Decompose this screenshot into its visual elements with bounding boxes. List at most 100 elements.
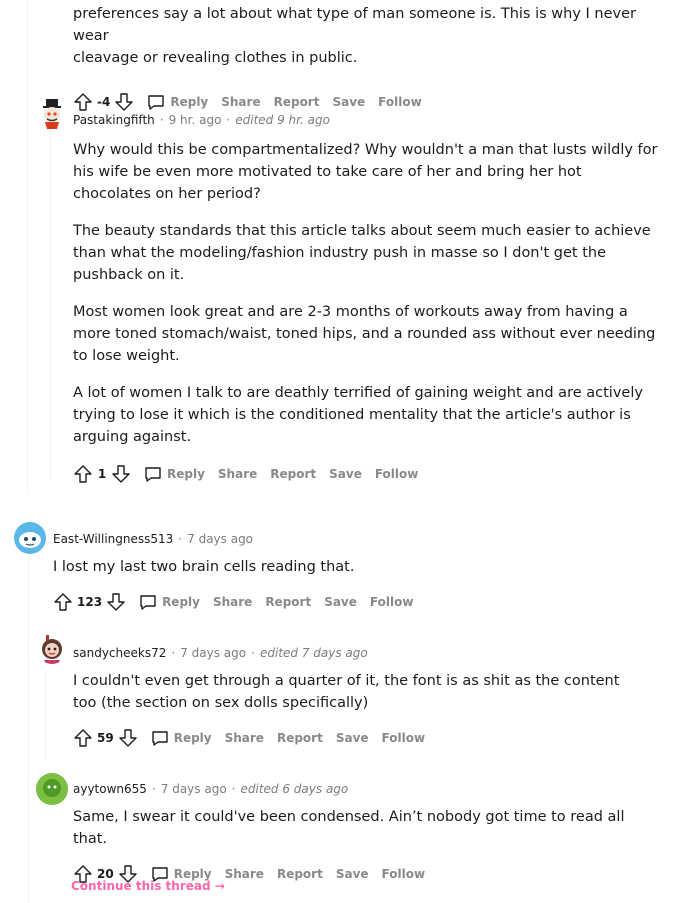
follow-button[interactable]: Follow [375,467,419,481]
report-button[interactable]: Report [277,731,323,745]
comment-paragraph: Most women look great and are 2-3 months… [73,304,656,364]
comment-time[interactable]: 7 days ago [161,782,227,796]
comment-paragraph: The beauty standards that this article t… [73,223,651,283]
upvote-icon [74,465,92,483]
comment-top: preferences say a lot about what type of… [73,3,673,114]
separator-dot: · [151,782,156,796]
follow-button[interactable]: Follow [370,595,414,609]
comment-actions: 1 Reply Share Report Save Follow [73,462,663,486]
thread-line[interactable] [45,670,46,760]
upvote-button[interactable] [73,728,93,748]
upvote-icon [74,729,92,747]
downvote-button[interactable] [106,592,126,612]
snoo-avatar-icon [43,99,61,129]
snoo-avatar-icon [14,522,46,554]
share-button[interactable]: Share [221,95,260,109]
comment: ayytown655 · 7 days ago · edited 6 days … [73,779,663,886]
downvote-icon [115,93,134,111]
comment-meta: Pastakingfifth · 9 hr. ago · edited 9 hr… [73,110,663,130]
thread-line[interactable] [27,0,28,490]
separator-dot: · [226,113,231,127]
comment-actions: 59 Reply Share Report Save Follow [73,726,663,750]
separator-dot: · [231,782,236,796]
report-button[interactable]: Report [270,467,316,481]
save-button[interactable]: Save [329,467,362,481]
upvote-icon [54,593,72,611]
vote-count: 123 [77,595,103,609]
upvote-button[interactable] [73,464,93,484]
comment-time[interactable]: 7 days ago [180,646,246,660]
avatar[interactable] [36,98,68,130]
downvote-button[interactable] [118,728,138,748]
comment-paragraph: Same, I swear it could've been condensed… [73,809,625,847]
comment-icon [152,731,168,746]
edited-label: edited 9 hr. ago [235,113,330,127]
thread-line[interactable] [50,120,51,480]
report-button[interactable]: Report [277,867,323,881]
upvote-button[interactable] [53,592,73,612]
reply-label: Reply [170,95,209,109]
share-button[interactable]: Share [218,467,257,481]
reply-button[interactable]: Reply [150,728,212,748]
comment-icon [140,595,156,610]
comment-text-line: cleavage or revealing clothes in public. [73,50,358,66]
continue-thread-link[interactable]: Continue this thread → [71,879,225,893]
reply-label: Reply [162,595,200,609]
vote-count: -4 [97,95,111,109]
comment-text-line: preferences say a lot about what type of… [73,6,636,44]
separator-dot: · [159,113,164,127]
report-button[interactable]: Report [265,595,311,609]
thread-line[interactable] [28,550,29,903]
snoo-avatar-icon [42,635,62,664]
comment-meta: East-Willingness513 · 7 days ago [53,529,653,549]
follow-button[interactable]: Follow [378,95,422,109]
edited-label: edited 6 days ago [240,782,349,796]
comment-paragraph: I lost my last two brain cells reading t… [53,559,355,575]
follow-button[interactable]: Follow [382,867,426,881]
comment-icon [148,95,165,110]
comment-author[interactable]: ayytown655 [73,782,147,796]
save-button[interactable]: Save [336,731,369,745]
report-button[interactable]: Report [274,95,320,109]
comment: East-Willingness513 · 7 days ago I lost … [53,529,653,614]
comment-actions: 123 Reply Share Report Save Follow [53,590,653,614]
reply-button[interactable]: Reply [138,592,200,612]
comment-meta: sandycheeks72 · 7 days ago · edited 7 da… [73,643,663,663]
comment-time[interactable]: 9 hr. ago [169,113,222,127]
share-button[interactable]: Share [213,595,252,609]
separator-dot: · [171,646,176,660]
downvote-button[interactable] [114,92,134,112]
vote-count: 59 [97,731,114,745]
reply-label: Reply [167,467,205,481]
comment-author[interactable]: sandycheeks72 [73,646,166,660]
comment: sandycheeks72 · 7 days ago · edited 7 da… [73,643,663,750]
edited-label: edited 7 days ago [259,646,368,660]
reply-button[interactable]: Reply [143,464,205,484]
downvote-button[interactable] [111,464,131,484]
avatar[interactable] [36,632,68,664]
follow-button[interactable]: Follow [382,731,426,745]
comment: Pastakingfifth · 9 hr. ago · edited 9 hr… [73,110,663,486]
comment-paragraph: I couldn't even get through a quarter of… [73,673,620,711]
share-button[interactable]: Share [225,867,264,881]
downvote-icon [107,593,125,611]
snoo-avatar-icon [36,773,68,805]
comment-icon [145,467,161,482]
comment-paragraph: A lot of women I talk to are deathly ter… [73,385,643,445]
save-button[interactable]: Save [324,595,357,609]
vote-count: 1 [97,467,107,481]
reply-label: Reply [173,731,212,745]
separator-dot: · [178,532,183,546]
separator-dot: · [251,646,255,660]
upvote-button[interactable] [73,92,93,112]
reply-button[interactable]: Reply [146,92,208,112]
avatar[interactable] [14,522,46,554]
share-button[interactable]: Share [225,731,264,745]
save-button[interactable]: Save [332,95,365,109]
comment-author[interactable]: Pastakingfifth [73,113,155,127]
save-button[interactable]: Save [336,867,369,881]
comment-author[interactable]: East-Willingness513 [53,532,173,546]
avatar[interactable] [36,773,68,805]
upvote-icon [74,93,92,111]
comment-time[interactable]: 7 days ago [187,532,253,546]
